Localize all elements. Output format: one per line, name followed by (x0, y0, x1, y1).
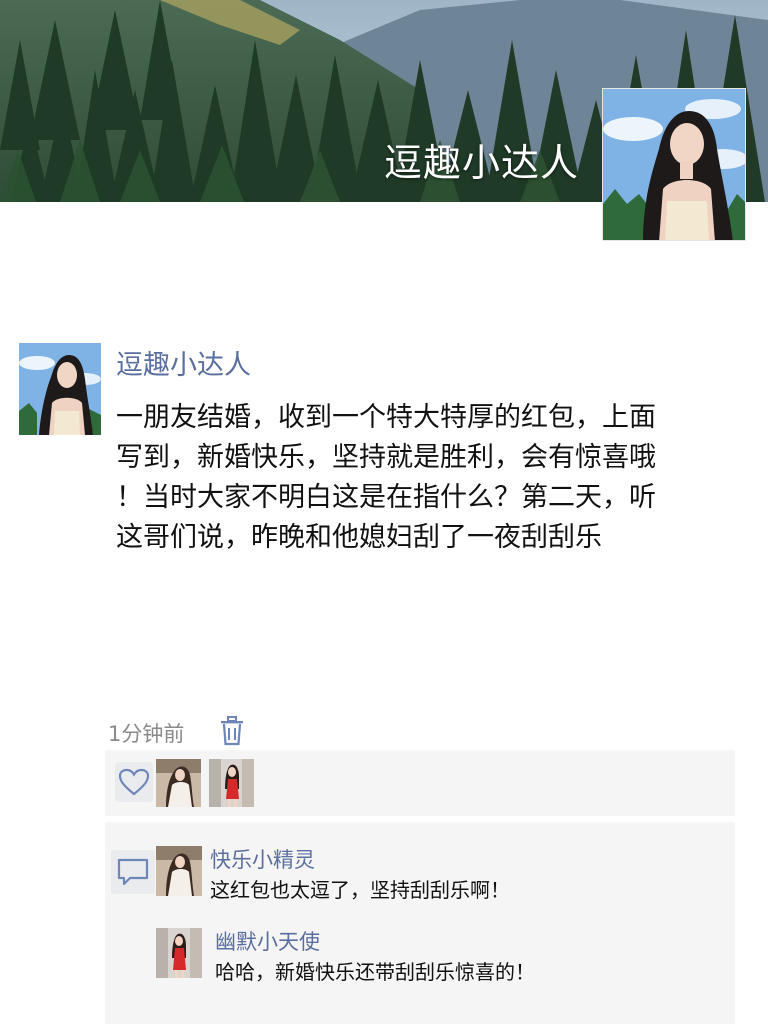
post-line: 一朋友结婚，收到一个特大特厚的红包，上面 (116, 402, 656, 433)
post-line: 这哥们说，昨晚和他媳妇刮了一夜刮刮乐 (116, 522, 602, 553)
profile-avatar[interactable] (602, 88, 746, 241)
post-line: 写到，新婚快乐，坚持就是胜利，会有惊喜哦 (116, 442, 656, 473)
liker-avatar-red-dress (209, 759, 254, 807)
comments-panel: 快乐小精灵 这红包也太逗了，坚持刮刮乐啊！ 幽默小天使 哈哈，新婚快乐还带刮刮乐… (105, 822, 735, 1024)
liker-avatar-white-dress (156, 759, 201, 807)
comment-author[interactable]: 快乐小精灵 (210, 844, 315, 874)
avatar-red-dress (156, 928, 202, 978)
profile-photo-woman (19, 343, 101, 435)
profile-photo-woman (603, 89, 745, 240)
comment-avatar[interactable] (156, 846, 202, 896)
trash-icon[interactable] (219, 716, 245, 746)
comment-text: 哈哈，新婚快乐还带刮刮乐惊喜的！ (215, 960, 535, 984)
post-line: ！当时大家不明白这是在指什么？第二天，听 (116, 482, 656, 513)
comment-text: 这红包也太逗了，坚持刮刮乐啊！ (210, 878, 510, 902)
post-author-name[interactable]: 逗趣小达人 (116, 343, 251, 382)
comment-bubble-icon[interactable] (111, 850, 155, 894)
liker-avatar[interactable] (209, 759, 254, 807)
comment-author[interactable]: 幽默小天使 (215, 926, 320, 956)
comment-avatar[interactable] (156, 928, 202, 978)
post-timestamp: 1分钟前 (108, 722, 185, 746)
liker-avatar[interactable] (156, 759, 201, 807)
post-content: 一朋友结婚，收到一个特大特厚的红包，上面 写到，新婚快乐，坚持就是胜利，会有惊喜… (116, 398, 736, 558)
likes-panel (105, 750, 735, 816)
heart-icon[interactable] (115, 762, 153, 802)
cover-display-name: 逗趣小达人 (384, 141, 580, 185)
post-author-avatar[interactable] (19, 343, 101, 435)
avatar-white-dress (156, 846, 202, 896)
